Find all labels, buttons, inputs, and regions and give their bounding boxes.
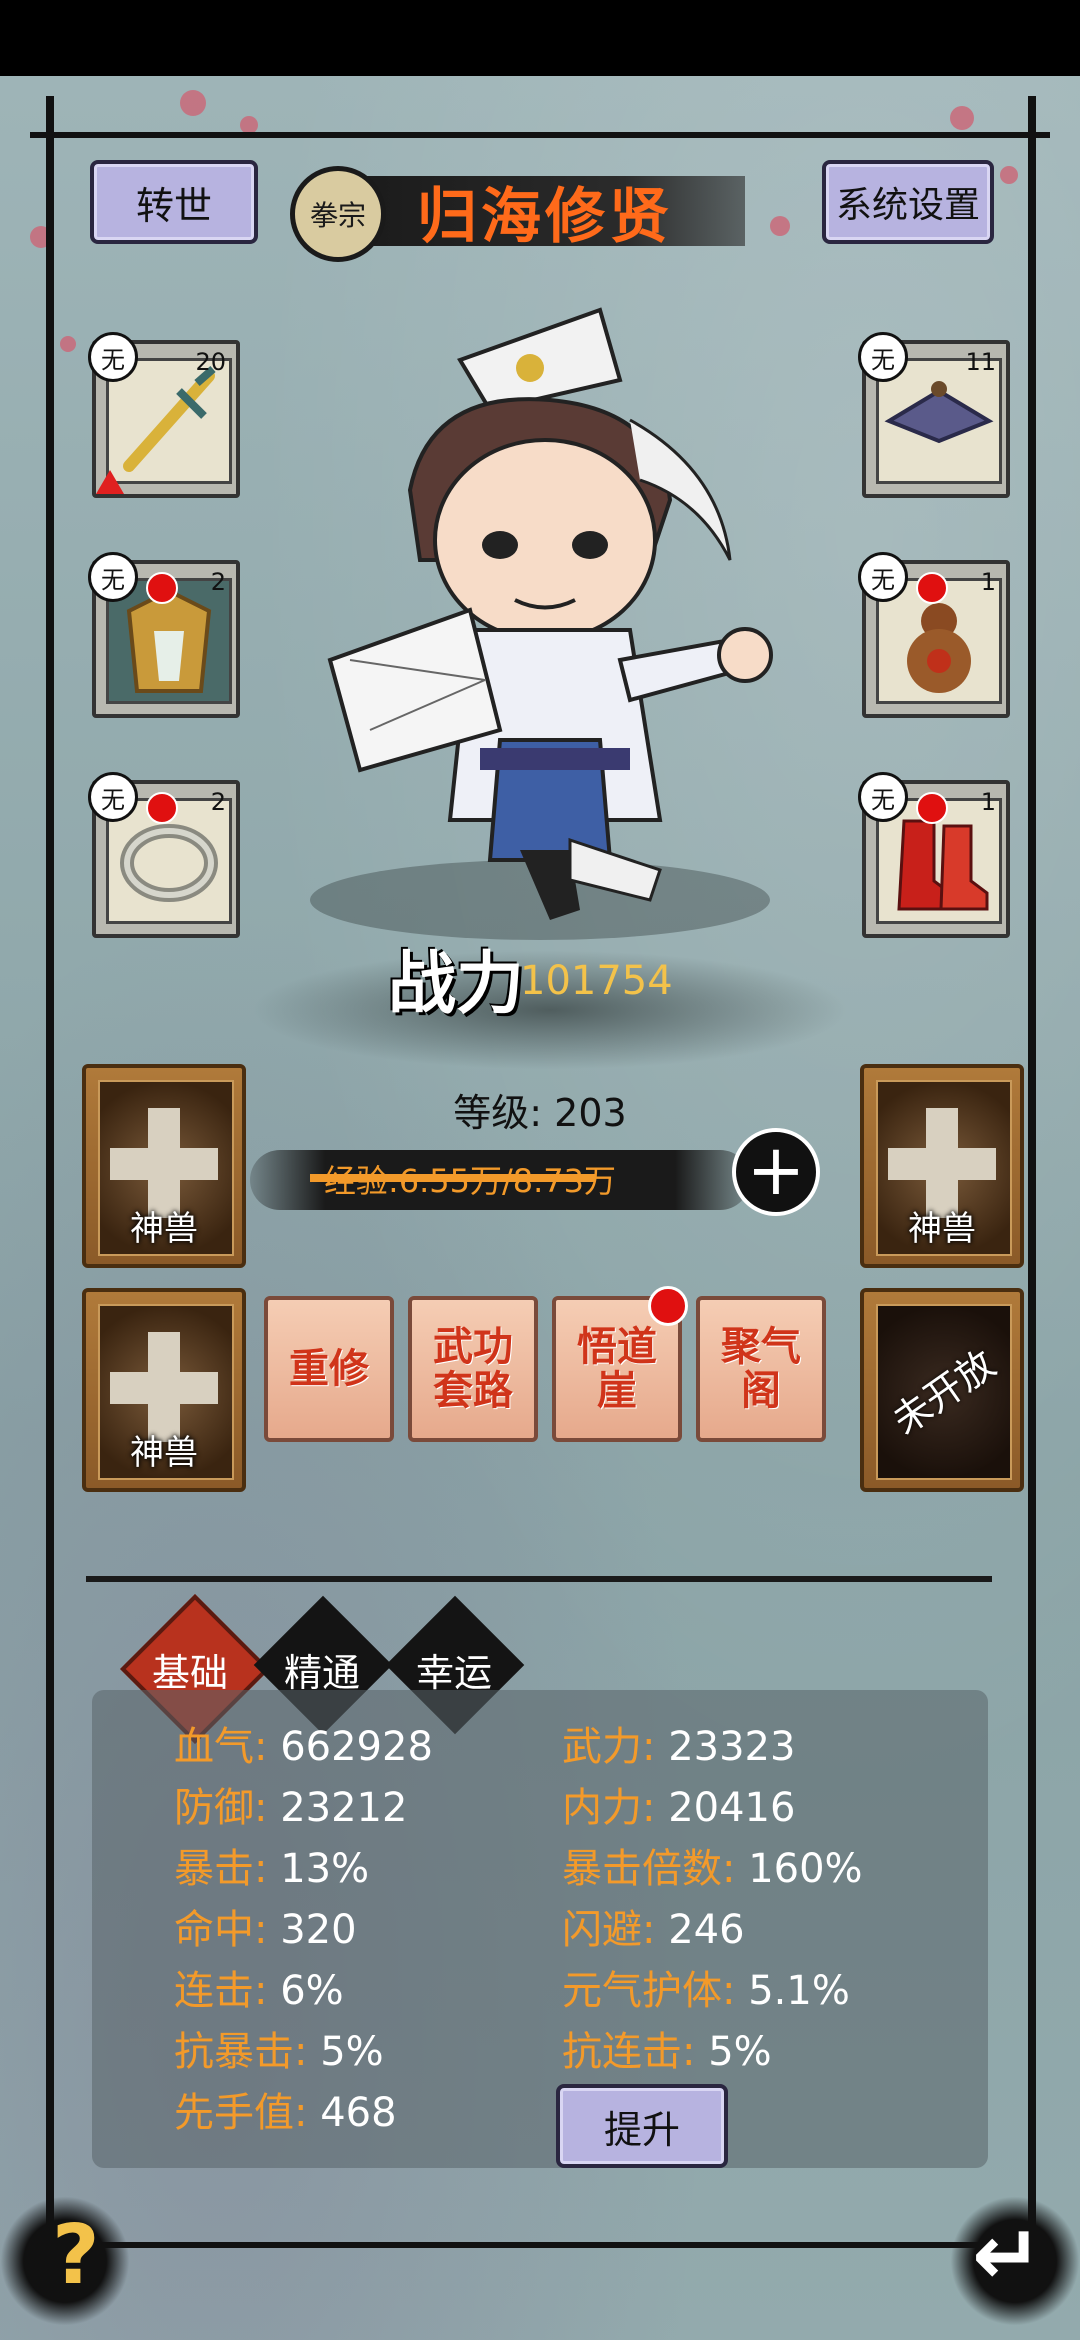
frame-right — [1028, 96, 1036, 2246]
character-portrait[interactable] — [300, 300, 800, 940]
sect-label: 拳宗 — [309, 199, 366, 232]
frame-top — [30, 132, 1050, 138]
stat-defense: 防御: 23212 — [174, 1785, 408, 1831]
power-value: 101754 — [520, 958, 673, 1004]
power-label: 战力 — [388, 944, 525, 1024]
warning-icon — [96, 470, 124, 494]
upgrade-button[interactable]: 提升 — [556, 2084, 728, 2168]
frame-bottom — [30, 2242, 1050, 2248]
exp-text: 经验:6.55万/8.73万 — [323, 1162, 617, 1200]
slot-tag: 无 — [858, 332, 908, 382]
beast-label: 神兽 — [130, 1433, 198, 1473]
stat-combo-resist: 抗连击: 5% — [562, 2029, 772, 2075]
equip-slot-ring[interactable]: 无 2 — [88, 772, 240, 938]
plus-icon — [110, 1372, 218, 1404]
notification-dot — [146, 572, 178, 604]
beast-slot-2[interactable]: 神兽 — [860, 1064, 1024, 1268]
level-text: 等级: 203 — [453, 1091, 627, 1135]
slot-tag: 无 — [88, 772, 138, 822]
tab-basic[interactable]: 基础 — [130, 1642, 250, 1697]
stat-force: 武力: 23323 — [562, 1724, 796, 1770]
equip-slot-armor[interactable]: 无 2 — [88, 552, 240, 718]
player-name: 归海修贤 — [417, 181, 673, 252]
stat-initiative: 先手值: 468 — [174, 2090, 397, 2136]
skill-button-qi-pavilion[interactable]: 聚气阁 — [696, 1296, 826, 1442]
rebirth-button-label: 转世 — [135, 183, 212, 228]
equip-slot-boots[interactable]: 无 1 — [858, 772, 1010, 938]
notification-dot — [916, 792, 948, 824]
back-button[interactable]: ↵ — [972, 2206, 1042, 2304]
slot-count: 20 — [195, 348, 226, 376]
beast-slot-1[interactable]: 神兽 — [82, 1064, 246, 1268]
add-exp-button[interactable]: + — [732, 1128, 820, 1216]
tab-mastery[interactable]: 精通 — [262, 1642, 382, 1697]
stat-inner-power: 内力: 20416 — [562, 1785, 796, 1831]
stat-crit-multiplier: 暴击倍数: 160% — [562, 1846, 863, 1892]
slot-tag: 无 — [858, 772, 908, 822]
blossom-decoration — [180, 90, 206, 116]
stat-crit-resist: 抗暴击: 5% — [174, 2029, 384, 2075]
equip-slot-gourd[interactable]: 无 1 — [858, 552, 1010, 718]
stat-accuracy: 命中: 320 — [174, 1907, 357, 1953]
stat-crit: 暴击: 13% — [174, 1846, 370, 1892]
notification-dot — [648, 1286, 688, 1326]
slot-tag: 无 — [858, 552, 908, 602]
blossom-decoration — [770, 216, 790, 236]
skill-button-enlightenment-cliff[interactable]: 悟道崖 — [552, 1286, 688, 1442]
slot-count: 1 — [980, 788, 996, 816]
plus-icon — [110, 1148, 218, 1180]
slot-count: 11 — [965, 348, 996, 376]
slot-count: 1 — [980, 568, 996, 596]
section-divider — [86, 1576, 992, 1582]
notification-dot — [916, 572, 948, 604]
beast-label: 神兽 — [130, 1209, 198, 1249]
stat-combo: 连击: 6% — [174, 1968, 344, 2014]
slot-count: 2 — [210, 788, 226, 816]
beast-slot-locked[interactable]: 未开放 — [860, 1288, 1024, 1492]
slot-tag: 无 — [88, 332, 138, 382]
equip-slot-hat[interactable]: 无 11 — [858, 332, 1010, 498]
skill-button-martial-routines[interactable]: 武功套路 — [408, 1296, 538, 1442]
slot-tag: 无 — [88, 552, 138, 602]
sect-badge: 拳宗 — [290, 166, 386, 262]
tab-luck[interactable]: 幸运 — [394, 1642, 514, 1697]
beast-label: 神兽 — [908, 1209, 976, 1249]
frame-left — [46, 96, 54, 2246]
notification-dot — [146, 792, 178, 824]
status-bar — [0, 0, 1080, 76]
skill-label: 聚气阁 — [721, 1323, 801, 1414]
blossom-decoration — [1000, 166, 1018, 184]
equip-slot-weapon[interactable]: 无 20 — [88, 332, 240, 498]
blossom-decoration — [60, 336, 76, 352]
skill-button-rebuild[interactable]: 重修 — [264, 1296, 394, 1442]
stat-qi-shield: 元气护体: 5.1% — [562, 1968, 850, 2014]
slot-count: 2 — [210, 568, 226, 596]
stat-dodge: 闪避: 246 — [562, 1907, 745, 1953]
player-name-banner: 归海修贤 — [345, 176, 745, 252]
plus-icon — [888, 1148, 996, 1180]
skill-label: 武功套路 — [433, 1323, 513, 1414]
help-button[interactable]: ? — [52, 2208, 100, 2303]
rebirth-button[interactable]: 转世 — [90, 160, 258, 244]
upgrade-button-label: 提升 — [603, 2107, 680, 2152]
beast-slot-3[interactable]: 神兽 — [82, 1288, 246, 1492]
blossom-decoration — [950, 106, 974, 130]
skill-label: 重修 — [289, 1345, 369, 1392]
skill-label: 悟道崖 — [577, 1323, 657, 1414]
stat-hp: 血气: 662928 — [174, 1724, 433, 1770]
system-settings-button[interactable]: 系统设置 — [822, 160, 994, 244]
system-settings-label: 系统设置 — [835, 185, 980, 226]
